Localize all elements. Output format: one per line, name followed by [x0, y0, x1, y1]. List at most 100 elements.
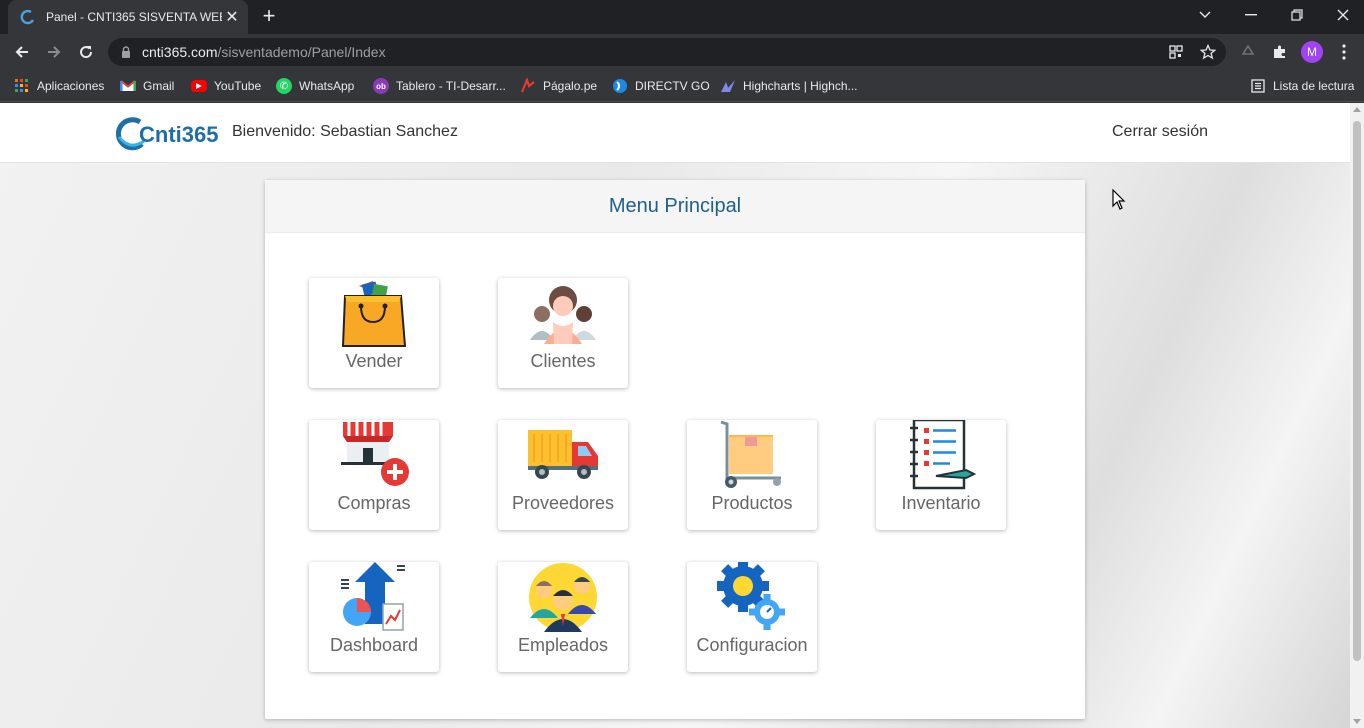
reading-list-button[interactable]: Lista de lectura [1250, 76, 1354, 96]
url-domain: cnti365.com [142, 44, 218, 60]
welcome-text: Bienvenido: Sebastian Sanchez [232, 123, 458, 140]
panel-header: Menu Principal [265, 180, 1085, 233]
bookmark-highcharts[interactable]: Highcharts | Highch... [720, 76, 858, 96]
minimize-button[interactable] [1228, 0, 1274, 30]
menu-card-label: Empleados [517, 635, 609, 655]
menu-card-label: Proveedores [511, 493, 615, 513]
tab-search-button[interactable] [1182, 0, 1228, 30]
close-icon [1337, 9, 1349, 21]
puzzle-icon [1274, 45, 1285, 58]
browser-tab[interactable]: Panel - CNTI365 SISVENTA WEB ✕ [8, 0, 248, 34]
page-viewport: Cnti365 Bienvenido: Sebastian Sanchez Ce… [0, 103, 1350, 728]
extension-recycle-button[interactable] [1238, 42, 1258, 62]
bookmark-label: Highcharts | Highch... [743, 79, 858, 93]
menu-card-productos[interactable]: Productos [687, 420, 817, 530]
qr-code-icon [1169, 45, 1183, 59]
bookmark-directv[interactable]: DIRECTV GO [612, 76, 710, 96]
menu-card-label: Compras [337, 493, 411, 513]
shopping-bag-icon [341, 281, 407, 347]
menu-card-compras[interactable]: Compras [309, 420, 439, 530]
logo-text: Cnti365 [139, 122, 218, 147]
menu-card-inventario[interactable]: Inventario [876, 420, 1006, 530]
youtube-icon [191, 80, 207, 92]
bookmark-label: WhatsApp [299, 79, 355, 93]
address-bar[interactable]: cnti365.com/sisventademo/Panel/Index [108, 38, 1226, 66]
back-button[interactable] [8, 38, 36, 66]
scroll-thumb[interactable] [1353, 121, 1361, 661]
profile-avatar[interactable]: M [1301, 41, 1323, 63]
truck-icon [528, 430, 598, 479]
bookmark-label: Aplicaciones [37, 79, 105, 93]
chevron-down-icon [1199, 11, 1211, 18]
close-window-button[interactable] [1320, 0, 1364, 30]
bookmark-label: YouTube [214, 79, 262, 93]
chart-arrow-icon [341, 562, 405, 631]
arrow-right-icon [48, 46, 61, 58]
menu-card-proveedores[interactable]: Proveedores [498, 420, 628, 530]
site-favicon [20, 9, 35, 25]
gears-icon [717, 562, 785, 630]
bookmark-label: Págalo.pe [543, 79, 598, 93]
qr-code-button[interactable] [1166, 42, 1186, 62]
employees-icon [529, 563, 597, 632]
menu-card-empleados[interactable]: Empleados [498, 562, 628, 672]
reload-icon [80, 46, 93, 59]
browser-menu-button[interactable] [1334, 42, 1354, 62]
extensions-button[interactable] [1270, 42, 1290, 62]
bookmark-tablero[interactable]: ob Tablero - TI-Desarr... [373, 76, 506, 96]
whatsapp-icon: ✆ [276, 78, 292, 94]
browser-tab-bar: Panel - CNTI365 SISVENTA WEB ✕ + [0, 0, 1364, 34]
url-text: cnti365.com/sisventademo/Panel/Index [142, 44, 386, 60]
bookmark-label: Gmail [143, 79, 175, 93]
cnti365-logo[interactable]: Cnti365 [116, 115, 218, 153]
customers-icon [530, 286, 596, 344]
recycle-icon [1241, 44, 1255, 55]
url-path: /sisventademo/Panel/Index [217, 44, 386, 60]
menu-card-configuracion[interactable]: Configuracion [687, 562, 817, 672]
menu-card-label: Vender [345, 351, 403, 371]
tab-title: Panel - CNTI365 SISVENTA WEB [46, 10, 222, 24]
panel-title: Menu Principal [608, 194, 742, 217]
scroll-up-icon[interactable] [1353, 107, 1361, 112]
minimize-icon [1245, 14, 1257, 16]
menu-card-label: Productos [711, 493, 793, 513]
bookmark-pagalo[interactable]: Págalo.pe [520, 76, 597, 96]
menu-card-vender[interactable]: Vender [309, 278, 439, 388]
menu-card-label: Clientes [530, 351, 596, 371]
page-scrollbar[interactable] [1350, 103, 1364, 728]
apps-grid-icon [14, 78, 30, 94]
bookmark-whatsapp[interactable]: ✆ WhatsApp [276, 76, 354, 96]
reading-list-icon [1250, 78, 1266, 94]
restore-icon [1291, 9, 1303, 21]
forward-button[interactable] [40, 38, 68, 66]
bookmark-label: Tablero - TI-Desarr... [396, 79, 506, 93]
main-menu-panel: Menu Principal Vender Clientes Compras P… [265, 180, 1085, 719]
browser-toolbar: cnti365.com/sisventademo/Panel/Index [0, 34, 1364, 70]
lock-icon[interactable] [120, 46, 132, 58]
restore-button[interactable] [1274, 0, 1320, 30]
gmail-icon [120, 78, 136, 94]
menu-card-label: Dashboard [329, 635, 419, 655]
bookmark-aplicaciones[interactable]: Aplicaciones [14, 76, 104, 96]
bookmark-label: DIRECTV GO [635, 79, 710, 93]
bookmark-star-button[interactable] [1198, 42, 1218, 62]
close-tab-icon[interactable]: ✕ [222, 7, 242, 27]
menu-card-dashboard[interactable]: Dashboard [309, 562, 439, 672]
bookmarks-bar: Aplicaciones Gmail YouTube ✆ WhatsApp ob T… [0, 70, 1364, 102]
top-navbar: Cnti365 Bienvenido: Sebastian Sanchez Ce… [0, 103, 1350, 163]
tablero-icon: ob [373, 78, 389, 94]
star-icon [1200, 44, 1216, 60]
logout-link[interactable]: Cerrar sesión [1112, 123, 1208, 141]
bookmark-youtube[interactable]: YouTube [191, 76, 261, 96]
menu-card-clientes[interactable]: Clientes [498, 278, 628, 388]
directv-icon [612, 78, 628, 94]
more-vertical-icon [1342, 44, 1346, 60]
pagalo-icon [520, 78, 536, 94]
notebook-checklist-icon [910, 420, 976, 490]
menu-card-label: Configuracion [696, 635, 808, 655]
new-tab-button[interactable]: + [258, 5, 280, 28]
menu-card-label: Inventario [901, 493, 981, 513]
bookmark-gmail[interactable]: Gmail [120, 76, 174, 96]
reload-button[interactable] [72, 38, 100, 66]
scroll-down-icon[interactable] [1353, 719, 1361, 724]
